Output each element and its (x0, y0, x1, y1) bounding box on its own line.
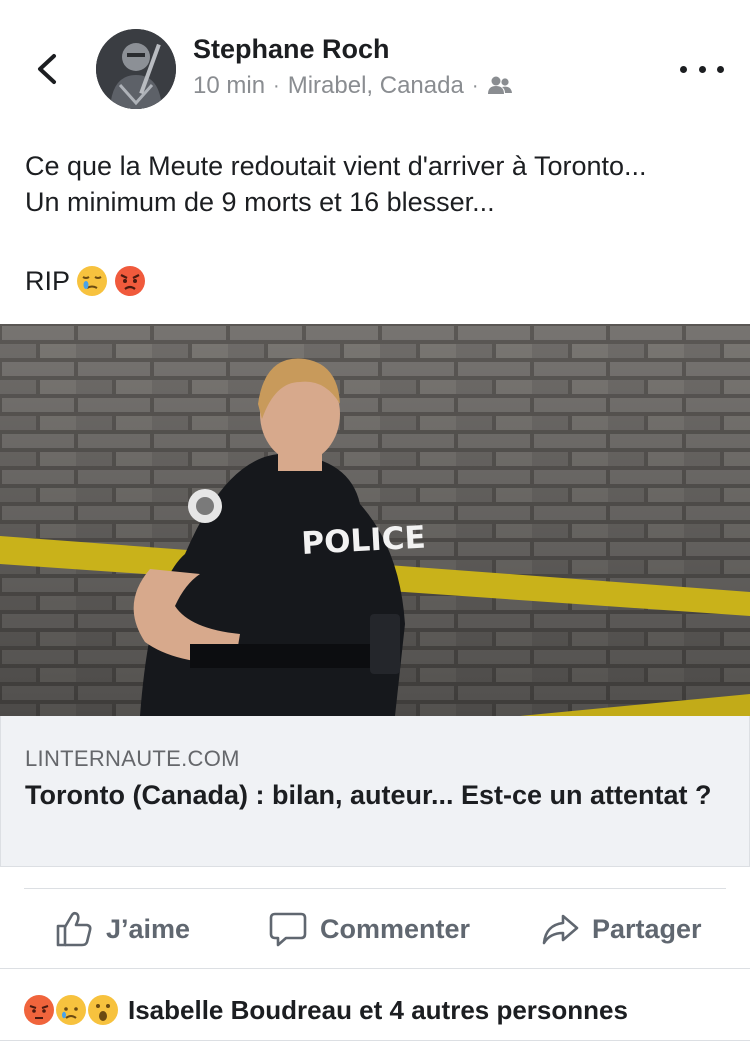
police-officer-photo: POLICE (0, 324, 750, 716)
sad-reaction-icon (54, 993, 88, 1027)
divider (0, 968, 750, 969)
link-title: Toronto (Canada) : bilan, auteur... Est-… (25, 780, 712, 810)
separator-dot: · (471, 74, 479, 97)
link-preview-card[interactable]: LINTERNAUTE.COM Toronto (Canada) : bilan… (0, 716, 750, 867)
divider (0, 1040, 750, 1041)
like-button[interactable]: J’aime (54, 890, 190, 968)
more-dot (698, 65, 706, 73)
thumbs-up-icon (56, 911, 92, 947)
post-location[interactable]: Mirabel, Canada (288, 72, 464, 100)
share-icon (542, 914, 579, 945)
separator-dot: · (273, 74, 280, 97)
share-button[interactable]: Partager (540, 890, 702, 968)
link-preview-image[interactable]: POLICE (0, 324, 750, 716)
angry-reaction-icon (22, 993, 56, 1027)
avatar-image (96, 29, 176, 109)
wow-reaction-icon (86, 993, 120, 1027)
more-options-button[interactable] (680, 56, 724, 82)
post-header: Stephane Roch 10 min · Mirabel, Canada · (0, 0, 750, 120)
comment-button[interactable]: Commenter (268, 890, 470, 968)
post-text: Ce que la Meute redoutait vient d'arrive… (25, 148, 725, 220)
more-dot (680, 65, 687, 73)
share-label: Partager (592, 913, 702, 944)
divider (24, 888, 726, 889)
post-text-line: Un minimum de 9 morts et 16 blesser... (25, 187, 495, 217)
sleepy-face-icon (76, 265, 108, 297)
reactions-summary[interactable]: Isabelle Boudreau et 4 autres personnes (22, 988, 628, 1032)
post-meta: 10 min · Mirabel, Canada · (193, 72, 513, 100)
comment-icon (269, 912, 307, 947)
like-label: J’aime (106, 913, 191, 944)
post-text-line: Ce que la Meute redoutait vient d'arrive… (25, 151, 647, 181)
reaction-icons (22, 993, 120, 1027)
chevron-left-icon (38, 54, 56, 84)
avatar[interactable] (96, 29, 176, 109)
post-actions: J’aime Commenter Partager (0, 890, 750, 968)
comment-label: Commenter (320, 913, 471, 944)
reactions-text: Isabelle Boudreau et 4 autres personnes (128, 994, 628, 1025)
back-button[interactable] (28, 48, 68, 90)
link-domain: LINTERNAUTE.COM (25, 746, 240, 771)
more-dot (717, 65, 724, 73)
post-rip-line: RIP (25, 265, 146, 297)
post-time[interactable]: 10 min (193, 72, 265, 100)
friends-icon[interactable] (487, 75, 513, 97)
angry-face-icon (114, 265, 146, 297)
rip-text: RIP (25, 265, 71, 296)
author-name[interactable]: Stephane Roch (193, 34, 390, 65)
police-label: POLICE (301, 520, 427, 562)
